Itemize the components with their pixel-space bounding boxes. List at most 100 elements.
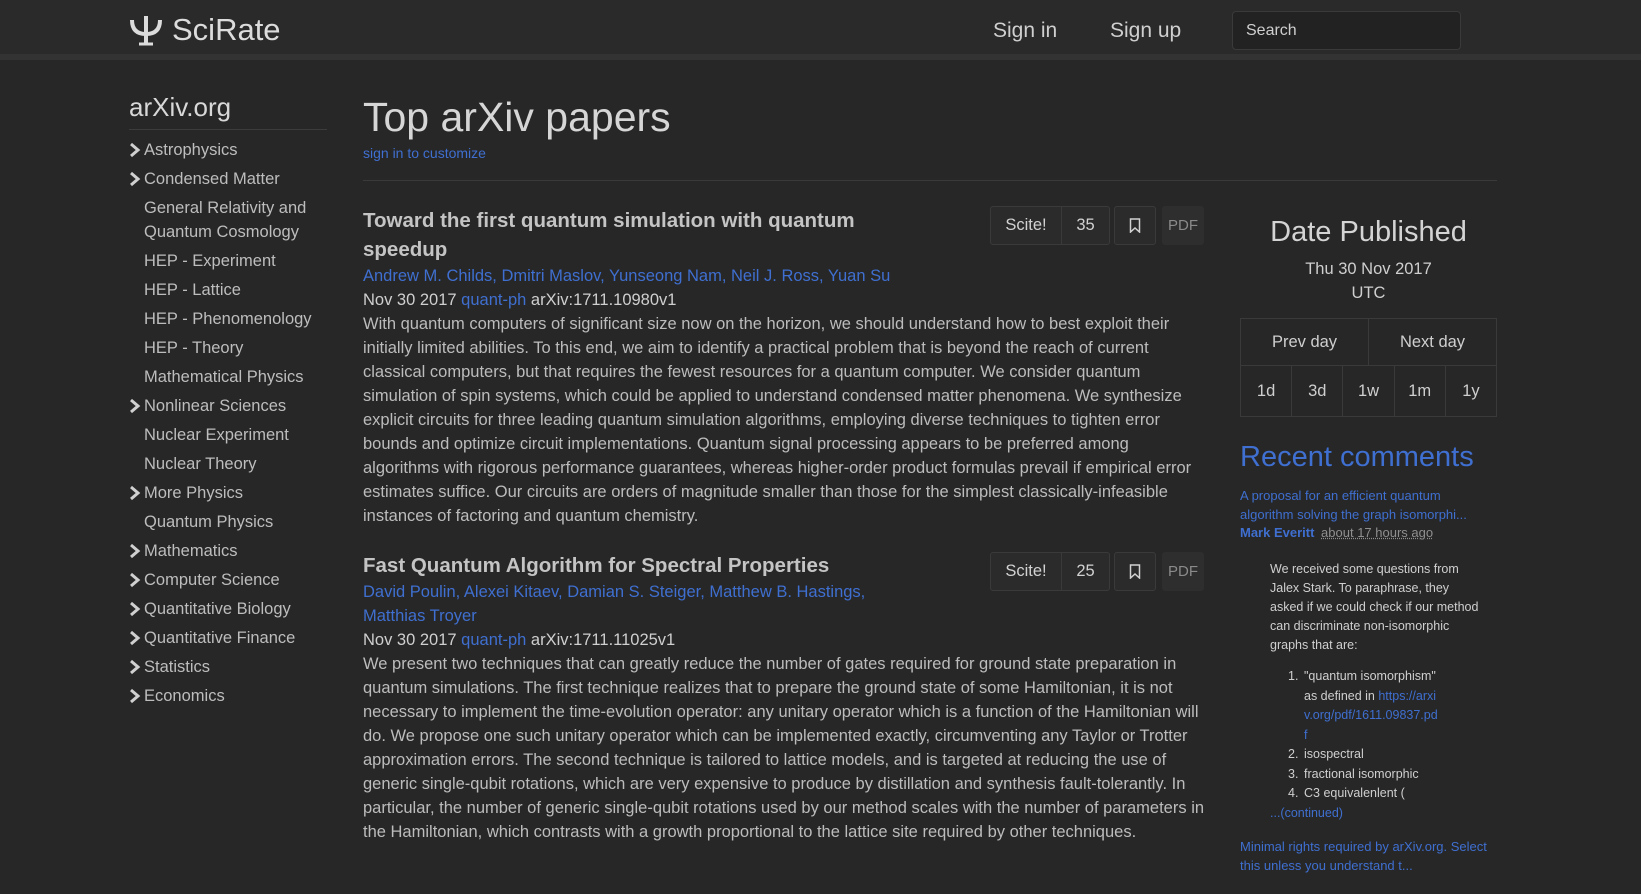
sidebar-category-label: More Physics xyxy=(144,484,244,502)
sidebar-category-nonlinear-sciences[interactable]: Nonlinear Sciences xyxy=(129,394,327,418)
pdf-button[interactable]: PDF xyxy=(1162,206,1204,245)
sidebar-category-quantitative-finance[interactable]: Quantitative Finance xyxy=(129,626,327,650)
list-item: 1. "quantum isomorphism" as defined in ht… xyxy=(1288,667,1438,745)
bookmark-button[interactable] xyxy=(1114,552,1156,591)
range-1d-button[interactable]: 1d xyxy=(1241,366,1291,416)
sidebar-category-hep-lattice[interactable]: HEP - Lattice xyxy=(129,278,327,302)
list-number: 3. xyxy=(1288,766,1299,781)
comment-author-name[interactable]: Mark Everitt xyxy=(1240,525,1314,540)
pdf-button[interactable]: PDF xyxy=(1162,552,1204,591)
date-line: Thu 30 Nov 2017 xyxy=(1305,260,1432,278)
scite-button[interactable]: Scite! xyxy=(990,552,1062,591)
sidebar-category-more-physics[interactable]: More Physics xyxy=(129,481,327,505)
sidebar-category-label: Statistics xyxy=(144,658,211,676)
next-day-button[interactable]: Next day xyxy=(1368,319,1496,365)
day-navigation: Prev day Next day xyxy=(1240,318,1497,366)
chevron-right-icon xyxy=(130,171,141,187)
sidebar-category-label: Mathematics xyxy=(144,542,238,560)
scite-button[interactable]: Scite! xyxy=(990,206,1062,245)
list-number: 1. xyxy=(1288,669,1299,683)
customize-link[interactable]: sign in to customize xyxy=(363,145,486,161)
range-3d-button[interactable]: 3d xyxy=(1291,366,1342,416)
comment-body: We received some questions from Jalex St… xyxy=(1270,562,1479,652)
paper-authors[interactable]: Andrew M. Childs, Dmitri Maslov, Yunseon… xyxy=(363,264,1205,288)
list-number: 4. xyxy=(1288,786,1299,800)
chevron-right-icon xyxy=(130,543,141,559)
paper-category-link[interactable]: quant-ph xyxy=(461,631,526,649)
sidebar-category-economics[interactable]: Economics xyxy=(129,684,327,708)
sign-in-link[interactable]: Sign in xyxy=(993,19,1057,43)
range-navigation: 1d 3d 1w 1m 1y xyxy=(1240,366,1497,417)
sidebar-category-hep-phenomenology[interactable]: HEP - Phenomenology xyxy=(129,307,327,331)
range-1m-button[interactable]: 1m xyxy=(1393,366,1445,416)
date-published-title: Date Published xyxy=(1270,216,1467,248)
list-text: fractional isomorphic xyxy=(1304,766,1419,781)
list-number: 2. xyxy=(1288,747,1299,761)
bookmark-button[interactable] xyxy=(1114,206,1156,245)
bookmark-icon xyxy=(1129,564,1141,579)
sidebar-category-label: Astrophysics xyxy=(144,141,238,159)
recent-comments-title[interactable]: Recent comments xyxy=(1240,441,1497,474)
chevron-right-icon xyxy=(130,630,141,646)
sidebar-category-label: Computer Science xyxy=(144,571,280,589)
divider xyxy=(363,180,1497,181)
chevron-right-icon xyxy=(130,688,141,704)
chevron-right-icon xyxy=(130,485,141,501)
paper-abstract: We present two techniques that can great… xyxy=(363,655,1205,841)
chevron-right-icon xyxy=(130,572,141,588)
paper-item: Fast Quantum Algorithm for Spectral Prop… xyxy=(363,551,1205,844)
scite-count: 25 xyxy=(1062,552,1110,591)
paper-abstract: With quantum computers of significant si… xyxy=(363,315,1192,525)
sidebar-category-nuclear-theory[interactable]: Nuclear Theory xyxy=(129,452,327,476)
sidebar-category-general-relativity-and-quantum-cosmology[interactable]: General Relativity and Quantum Cosmology xyxy=(129,196,327,244)
comment-paper-link[interactable]: A proposal for an efficient quantum algo… xyxy=(1240,486,1480,524)
sidebar-category-nuclear-experiment[interactable]: Nuclear Experiment xyxy=(129,423,327,447)
sidebar-category-astrophysics[interactable]: Astrophysics xyxy=(129,138,327,162)
list-item: 4. C3 equivalenlent ( xyxy=(1288,784,1438,804)
chevron-right-icon xyxy=(130,601,141,617)
sidebar-category-hep-theory[interactable]: HEP - Theory xyxy=(129,336,327,360)
sidebar-category-label: HEP - Phenomenology xyxy=(144,310,312,328)
range-1y-button[interactable]: 1y xyxy=(1444,366,1496,416)
sidebar-category-statistics[interactable]: Statistics xyxy=(129,655,327,679)
sidebar-category-quantitative-biology[interactable]: Quantitative Biology xyxy=(129,597,327,621)
sidebar-category-mathematics[interactable]: Mathematics xyxy=(129,539,327,563)
paper-title[interactable]: Fast Quantum Algorithm for Spectral Prop… xyxy=(363,551,963,580)
sidebar-category-hep-experiment[interactable]: HEP - Experiment xyxy=(129,249,327,273)
sidebar-category-label: HEP - Theory xyxy=(144,339,244,357)
sidebar-category-condensed-matter[interactable]: Condensed Matter xyxy=(129,167,327,191)
sidebar-category-label: Quantitative Biology xyxy=(144,600,291,618)
list-item: 3. fractional isomorphic xyxy=(1288,765,1438,785)
list-text: isospectral xyxy=(1304,747,1364,761)
sidebar-category-computer-science[interactable]: Computer Science xyxy=(129,568,327,592)
continued-link[interactable]: ...(continued) xyxy=(1270,804,1497,823)
paper-date: Nov 30 2017 xyxy=(363,631,457,649)
paper-authors[interactable]: David Poulin, Alexei Kitaev, Damian S. S… xyxy=(363,580,873,628)
sign-up-link[interactable]: Sign up xyxy=(1110,19,1181,43)
comment-paper-link[interactable]: Minimal rights required by arXiv.org. Se… xyxy=(1240,837,1490,875)
comment-author: Mark Everitt about 17 hours ago xyxy=(1240,525,1497,540)
list-text: C3 equivalenlent ( xyxy=(1304,786,1405,800)
paper-meta: Nov 30 2017 quant-ph arXiv:1711.10980v1 xyxy=(363,288,1205,312)
sidebar-category-label: HEP - Experiment xyxy=(144,252,276,270)
sidebar-category-label: Economics xyxy=(144,687,225,705)
bookmark-icon xyxy=(1129,218,1141,233)
brand-logo-link[interactable]: SciRate xyxy=(128,12,281,48)
scite-button-group: Scite! 25 xyxy=(990,552,1110,591)
timezone: UTC xyxy=(1351,284,1386,302)
paper-title[interactable]: Toward the first quantum simulation with… xyxy=(363,206,863,264)
sidebar-category-quantum-physics[interactable]: Quantum Physics xyxy=(129,510,327,534)
brand-name: SciRate xyxy=(172,12,281,47)
scite-button-group: Scite! 35 xyxy=(990,206,1110,245)
search-input[interactable] xyxy=(1232,11,1461,50)
paper-category-link[interactable]: quant-ph xyxy=(461,291,526,309)
sidebar-category-label: General Relativity and Quantum Cosmology xyxy=(144,199,307,241)
sidebar-category-mathematical-physics[interactable]: Mathematical Physics xyxy=(129,365,327,389)
sidebar-category-label: Nuclear Experiment xyxy=(144,426,289,444)
range-1w-button[interactable]: 1w xyxy=(1342,366,1393,416)
page-title: Top arXiv papers xyxy=(363,94,671,140)
prev-day-button[interactable]: Prev day xyxy=(1241,319,1368,365)
chevron-right-icon xyxy=(130,142,141,158)
chevron-right-icon xyxy=(130,398,141,414)
sidebar-category-label: Nonlinear Sciences xyxy=(144,397,287,415)
